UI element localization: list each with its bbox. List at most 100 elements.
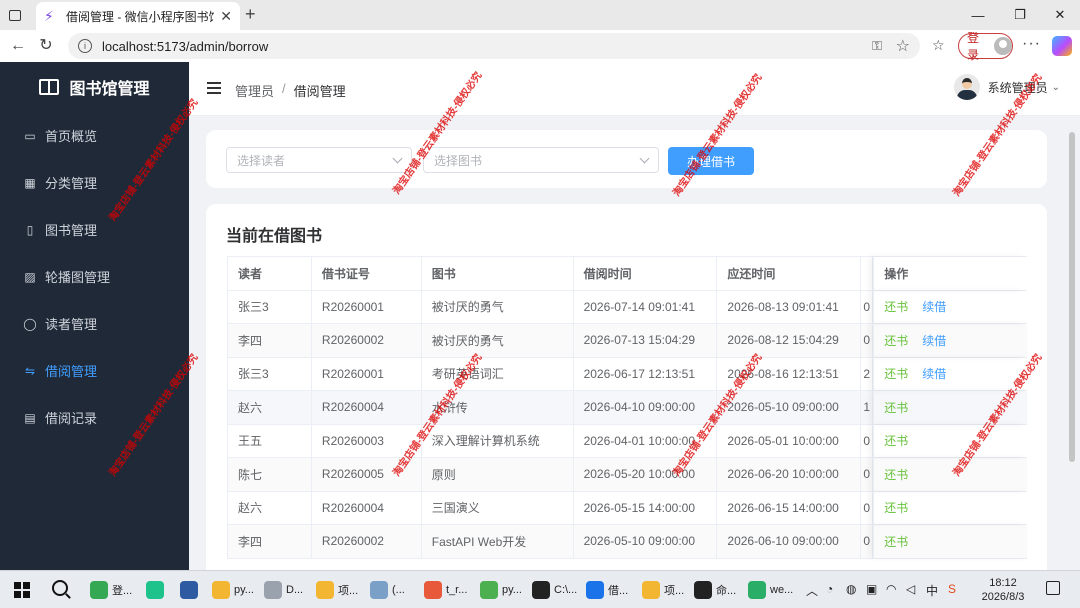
return-button[interactable]: 还书 [884, 298, 908, 315]
table-cell-borrow: 2026-04-01 10:00:00 [574, 424, 718, 457]
window-close-icon[interactable]: ✕ [1040, 0, 1080, 30]
column-header: 读者 [228, 257, 312, 290]
taskbar-app[interactable]: 命... [694, 577, 736, 603]
favorite-star-icon[interactable]: ☆ [896, 36, 910, 56]
tab-actions-icon[interactable] [0, 0, 30, 30]
password-key-icon[interactable]: ⚿ [872, 38, 882, 54]
table-cell-extra: 0 [861, 324, 874, 357]
restore-icon[interactable]: ❐ [1000, 0, 1040, 30]
back-icon[interactable]: ← [8, 36, 28, 56]
page-scrollbar[interactable] [1069, 132, 1075, 462]
sidebar-item-1[interactable]: ▦ 分类管理 [0, 159, 189, 206]
app-icon [146, 581, 164, 599]
return-button[interactable]: 还书 [884, 332, 908, 349]
sidebar-menu: ▭ 首页概览 ▦ 分类管理 ▯ 图书管理 ▨ 轮播图管理 ◯ 读者管理 ⇋ 借阅管理 ▤ 借阅记录 [0, 112, 189, 441]
app-icon [480, 581, 498, 599]
sidebar-item-5[interactable]: ⇋ 借阅管理 [0, 347, 189, 394]
column-header: 借阅时间 [574, 257, 718, 290]
address-bar: ← ↻ i localhost:5173/admin/borrow ⚿ ☆ ☆ … [0, 30, 1080, 62]
breadcrumb-item[interactable]: 管理员 [235, 81, 274, 100]
sidebar-item-label: 首页概览 [45, 129, 98, 144]
copilot-icon[interactable] [1052, 36, 1072, 56]
taskbar-app[interactable]: py... [212, 577, 254, 603]
taskbar-app[interactable]: C:\... [532, 577, 577, 603]
admin-app: 图书馆管理 ▭ 首页概览 ▦ 分类管理 ▯ 图书管理 ▨ 轮播图管理 ◯ 读者管理 ⇋ 借阅管理 ▤ 借阅… [0, 62, 1080, 570]
table-cell-card: R20260001 [312, 290, 422, 323]
main-content: 选择读者 选择图书 办理借书 当前在借图书 读者 借书证号 图书 借阅时间 应还时间 操作… [189, 116, 1080, 570]
taskbar-app[interactable]: py... [480, 577, 522, 603]
qq-icon[interactable]: ◔ [826, 582, 833, 596]
return-button[interactable]: 还书 [884, 466, 908, 483]
app-icon [180, 581, 198, 599]
tab-close-icon[interactable]: ✕ [220, 8, 232, 25]
wifi-icon[interactable]: ◠ [886, 582, 896, 596]
taskbar-app[interactable]: we... [748, 577, 793, 603]
user-name: 系统管理员 [987, 80, 1048, 95]
renew-button[interactable]: 续借 [922, 298, 946, 315]
menu-toggle-icon[interactable] [207, 82, 221, 94]
return-button[interactable]: 还书 [884, 399, 908, 416]
breadcrumb: 管理员 / 借阅管理 [235, 81, 346, 100]
sogou-icon[interactable]: S [948, 582, 956, 596]
sidebar-item-0[interactable]: ▭ 首页概览 [0, 112, 189, 159]
taskbar-app[interactable]: 项... [642, 577, 684, 603]
table-cell-book: 被讨厌的勇气 [422, 290, 574, 323]
sidebar-item-4[interactable]: ◯ 读者管理 [0, 300, 189, 347]
taskbar-app-label: t_r... [446, 584, 468, 596]
tray-app-icon[interactable]: ▣ [866, 582, 877, 596]
return-button[interactable]: 还书 [884, 499, 908, 516]
tray-app-icon[interactable]: ◍ [846, 582, 856, 596]
taskbar-app[interactable]: 登... [90, 577, 132, 603]
renew-button[interactable]: 续借 [922, 332, 946, 349]
table-cell-card: R20260004 [312, 491, 422, 524]
table-cell-reader: 张三3 [228, 290, 312, 323]
clock[interactable]: 18:12 2026/8/3 [978, 576, 1028, 604]
start-icon[interactable] [14, 582, 30, 598]
sidebar-item-3[interactable]: ▨ 轮播图管理 [0, 253, 189, 300]
user-menu[interactable]: 系统管理员 ⌄ [953, 74, 1060, 100]
volume-icon[interactable]: ◁ [906, 582, 915, 596]
taskbar-app[interactable] [146, 577, 168, 603]
return-button[interactable]: 还书 [884, 533, 908, 550]
sidebar-item-6[interactable]: ▤ 借阅记录 [0, 394, 189, 441]
new-tab-icon[interactable]: + [245, 4, 256, 25]
monitor-icon: ▭ [24, 128, 36, 143]
refresh-icon[interactable]: ↻ [36, 36, 56, 56]
app-icon [642, 581, 660, 599]
taskbar-app[interactable]: 借... [586, 577, 628, 603]
sidebar-item-2[interactable]: ▯ 图书管理 [0, 206, 189, 253]
taskbar-app[interactable] [180, 577, 202, 603]
minimize-icon[interactable]: — [958, 0, 998, 30]
sidebar-item-label: 图书管理 [45, 223, 98, 238]
book-select[interactable]: 选择图书 [423, 147, 659, 173]
reader-select[interactable]: 选择读者 [226, 147, 412, 173]
document-icon: ▤ [24, 410, 36, 425]
profile-login-button[interactable]: 登录 [958, 31, 1013, 62]
taskbar-app-label: D... [286, 584, 304, 596]
row-actions: 还书 续借 [873, 324, 1027, 357]
url-field[interactable]: i localhost:5173/admin/borrow ⚿ ☆ [68, 33, 920, 59]
table-cell-card: R20260002 [312, 324, 422, 357]
return-button[interactable]: 还书 [884, 432, 908, 449]
browser-tab[interactable]: ⚡ 借阅管理 - 微信小程序图书馆|图书 ✕ [36, 2, 240, 30]
taskbar-app[interactable]: t_r... [424, 577, 467, 603]
ime-indicator[interactable]: 中 [926, 582, 938, 599]
favorites-icon[interactable]: ☆ [932, 37, 945, 54]
table-cell-card: R20260004 [312, 391, 422, 424]
search-icon[interactable] [52, 580, 68, 596]
table-cell-extra: 0 [861, 491, 874, 524]
borrow-button[interactable]: 办理借书 [668, 147, 754, 175]
more-icon[interactable]: ··· [1022, 35, 1041, 53]
app-icon [370, 581, 388, 599]
tray-chevron-icon[interactable]: ︿ [806, 582, 818, 599]
taskbar-app[interactable]: 项... [316, 577, 358, 603]
return-button[interactable]: 还书 [884, 365, 908, 382]
table-cell-reader: 王五 [228, 424, 312, 457]
site-info-icon[interactable]: i [78, 39, 92, 53]
notification-icon[interactable] [1046, 581, 1060, 595]
taskbar-app-label: C:\... [554, 584, 578, 596]
taskbar-app-label: 项... [664, 585, 685, 597]
taskbar-app[interactable]: (... [370, 577, 405, 603]
renew-button[interactable]: 续借 [922, 365, 946, 382]
taskbar-app[interactable]: D... [264, 577, 303, 603]
